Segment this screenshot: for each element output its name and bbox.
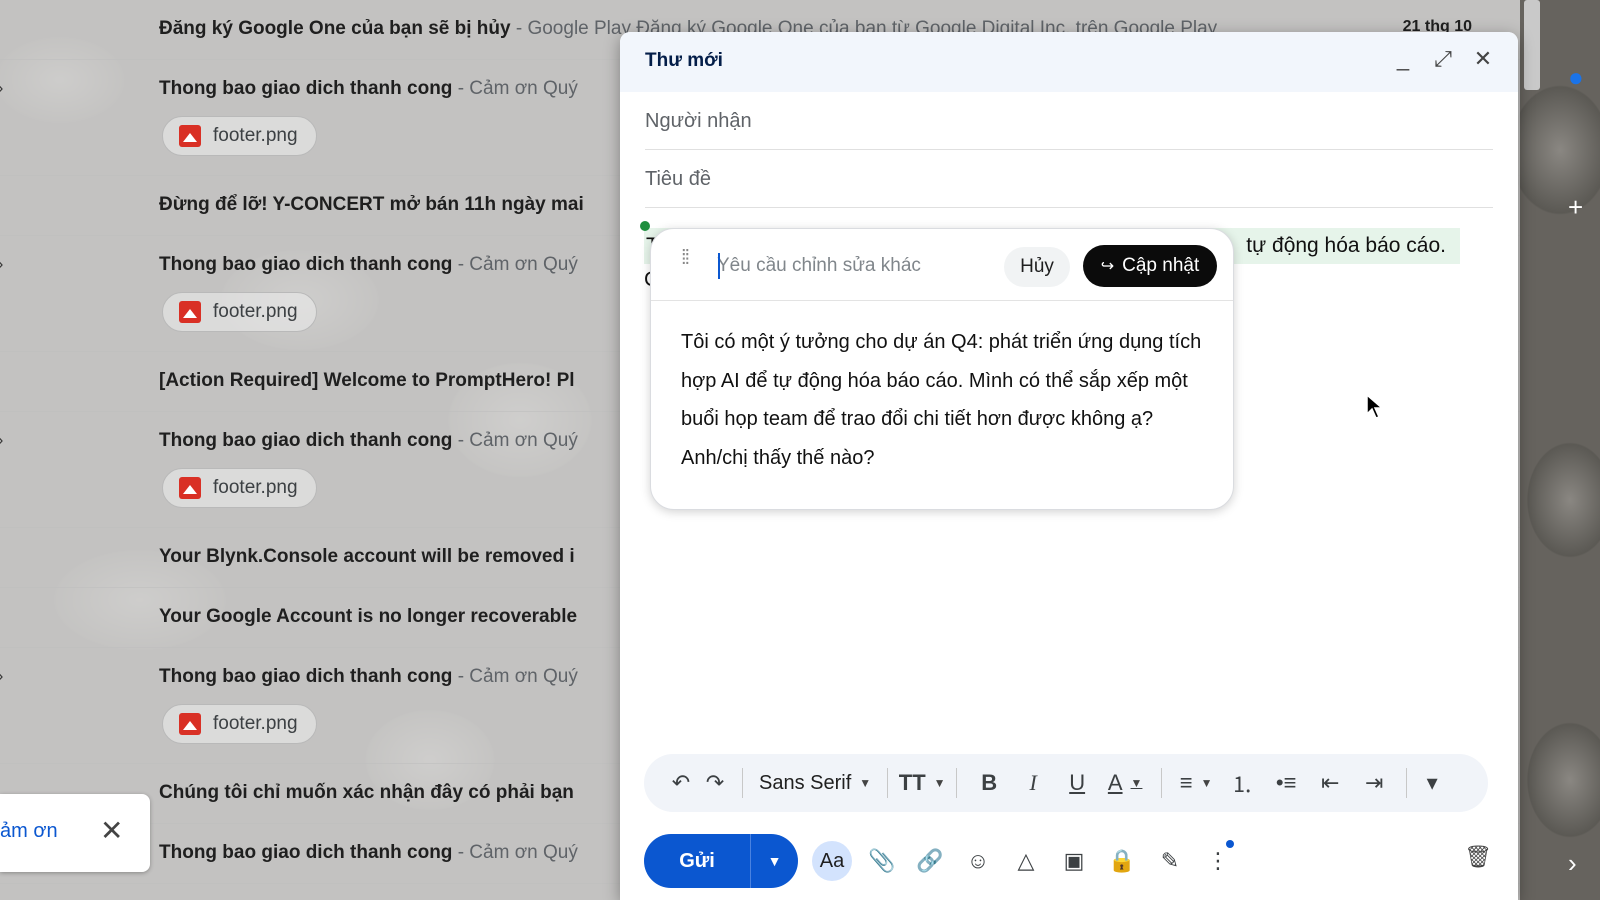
image-icon [179,125,201,147]
image-icon [179,713,201,735]
email-subject: Thong bao giao dich thanh cong - Cảm ơn … [159,666,578,687]
bold-button[interactable]: B [967,763,1011,803]
drag-handle-icon[interactable]: ⁞⁞ [681,248,690,268]
email-subject: Your Google Account is no longer recover… [159,606,578,627]
indent-more-icon[interactable]: ⇥ [1352,763,1396,803]
status-dot [640,221,650,231]
attachment-chip[interactable]: footer.png [162,116,317,156]
attachment-chip[interactable]: footer.png [162,292,317,332]
email-subject: Chúng tôi chỉ muốn xác nhận đây có phải … [159,782,574,803]
email-subject: [Action Required] Welcome to PromptHero!… [159,370,575,391]
bulleted-list-icon[interactable]: •≡ [1264,763,1308,803]
snackbar-text[interactable]: ảm ơn [0,820,58,843]
notification-dot [1226,840,1234,848]
recipients-field[interactable]: Người nhận [645,92,1493,150]
cancel-button[interactable]: Hủy [1004,247,1070,287]
compose-title: Thư mới [645,50,723,71]
snackbar: ảm ơn ✕ [0,794,150,872]
formatting-options-icon[interactable]: Aa [812,841,852,881]
compose-header[interactable]: Thư mới _ ⤢ ✕ [620,32,1518,92]
underline-button[interactable]: U [1055,763,1099,803]
email-subject: Thong bao giao dich thanh cong - Cảm ơn … [159,430,578,451]
undo-icon[interactable]: ↶ [664,763,698,803]
image-icon [179,301,201,323]
signature-icon[interactable]: ✎ [1152,838,1188,884]
indent-less-icon[interactable]: ⇤ [1308,763,1352,803]
attachment-chip[interactable]: footer.png [162,468,317,508]
minimize-icon[interactable]: _ [1390,46,1416,72]
close-icon[interactable]: ✕ [100,814,123,847]
numbered-list-icon[interactable]: ⒈ [1220,763,1264,803]
add-icon[interactable]: + [1568,192,1583,223]
send-button[interactable]: Gửi [644,834,750,888]
subject-field[interactable]: Tiêu đề [645,150,1493,208]
chevron-down-icon: ▼ [859,776,872,790]
email-subject: Thong bao giao dich thanh cong - Cảm ơn … [159,842,578,863]
text-color-button[interactable]: A ▼ [1099,763,1151,803]
align-button[interactable]: ≡ ▼ [1172,763,1220,803]
chevron-down-icon: ▼ [1200,776,1213,790]
suggestion-text: Tôi có một ý tưởng cho dự án Q4: phát tr… [681,331,1202,469]
link-icon[interactable]: 🔗 [912,838,948,884]
redo-icon[interactable]: ↷ [698,763,732,803]
drive-icon[interactable]: △ [1008,838,1044,884]
scrollbar[interactable] [1524,0,1540,90]
chevron-down-icon: ▼ [1130,776,1143,790]
update-label: Cập nhật [1122,255,1200,276]
discard-icon[interactable]: 🗑 [1464,844,1492,870]
chevron-right-icon[interactable]: › [1568,848,1577,879]
attach-icon[interactable]: 📎 [864,838,900,884]
expand-icon[interactable]: ⤢ [1430,46,1456,72]
more-formatting-icon[interactable]: ▾ [1417,763,1447,803]
formatting-toolbar: ↶ ↷ Sans Serif ▼ TT ▼ B I U A ▼ ≡ ▼ ⒈ •≡ ⇤ ⇥… [644,754,1488,812]
photo-icon[interactable]: ▣ [1056,838,1092,884]
attachment-chip[interactable]: footer.png [162,704,317,744]
text-caret [718,253,720,279]
update-button[interactable]: ↪ Cập nhật [1083,245,1217,287]
more-options-icon[interactable]: ⋮ [1200,838,1236,884]
send-button-group: Gửi ▼ [644,834,798,888]
confidential-icon[interactable]: 🔒 [1104,838,1140,884]
italic-button[interactable]: I [1011,763,1055,803]
emoji-icon[interactable]: ☺ [960,838,996,884]
refine-prompt-input[interactable] [717,249,987,283]
popup-toolbar: ⁞⁞ Hủy ↪ Cập nhật [651,229,1233,301]
schedule-send-icon[interactable]: ▼ [750,834,798,888]
email-subject: Your Blynk.Console account will be remov… [159,546,575,567]
ai-refine-popup: ⁞⁞ Hủy ↪ Cập nhật Tôi có một ý tưởng cho… [650,228,1234,510]
email-subject: Thong bao giao dich thanh cong - Cảm ơn … [159,254,578,275]
chevron-down-icon: ▼ [933,776,946,790]
mouse-pointer-icon [1366,394,1384,419]
font-size-button[interactable]: TT ▼ [898,763,946,803]
image-icon [179,477,201,499]
close-icon[interactable]: ✕ [1470,46,1496,72]
email-subject: Đừng để lỡ! Y-CONCERT mở bán 11h ngày ma… [159,194,584,215]
compose-window: Thư mới _ ⤢ ✕ Người nhận Tiêu đề T tự độ… [620,32,1518,900]
contacts-icon[interactable]: ● [1568,62,1584,93]
email-subject: Thong bao giao dich thanh cong - Cảm ơn … [159,78,578,99]
font-select[interactable]: Sans Serif ▼ [753,763,877,803]
reply-arrow-icon: ↪ [1100,258,1115,275]
